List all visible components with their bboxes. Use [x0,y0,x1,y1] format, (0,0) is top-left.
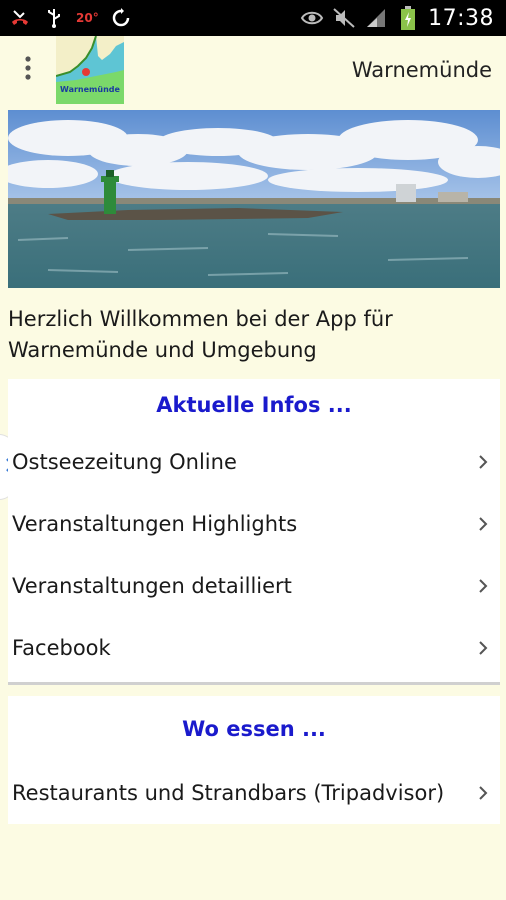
sync-icon [109,6,133,30]
app-title: Warnemünde [351,58,492,82]
chevron-right-icon [474,453,492,471]
mute-icon [332,6,356,30]
hero-image [8,110,500,288]
chevron-right-icon [474,577,492,595]
signal-icon [364,6,388,30]
missed-call-icon [8,6,32,30]
battery-charging-icon [396,6,420,30]
status-bar: 20° 17:38 [0,0,506,36]
temperature-text: 20° [76,11,99,25]
eye-icon [300,6,324,30]
list-item[interactable]: Veranstaltungen detailliert [8,555,500,617]
action-bar: Warnemünde Warnemünde [0,36,506,104]
list-item[interactable]: Ostseezeitung Online [8,431,500,493]
list-item-label: Facebook [12,636,111,660]
logo-text: Warnemünde [60,85,120,94]
list-item[interactable]: Veranstaltungen Highlights [8,493,500,555]
app-logo: Warnemünde [56,36,124,104]
chevron-right-icon [474,639,492,657]
list-item-label: Veranstaltungen Highlights [12,512,298,536]
chevron-right-icon [474,784,492,802]
list-item-label: Restaurants und Strandbars (Tripadvisor) [12,781,445,805]
more-vert-icon [24,55,32,85]
list-item-label: Veranstaltungen detailliert [12,574,292,598]
list-item[interactable]: Restaurants und Strandbars (Tripadvisor) [8,762,500,824]
usb-icon [42,6,66,30]
section-header: Wo essen ... [182,717,326,741]
section-card-current-info: Aktuelle Infos ... Ostseezeitung Online … [8,379,500,685]
list-item[interactable]: Facebook [8,617,500,679]
overflow-menu-button[interactable] [0,36,56,104]
section-header: Aktuelle Infos ... [156,393,352,417]
clock: 17:38 [428,5,494,31]
welcome-text: Herzlich Willkommen bei der App für Warn… [8,307,393,362]
section-card-where-to-eat: Wo essen ... Restaurants und Strandbars … [8,696,500,824]
chevron-right-icon [474,515,492,533]
list-item-label: Ostseezeitung Online [12,450,237,474]
